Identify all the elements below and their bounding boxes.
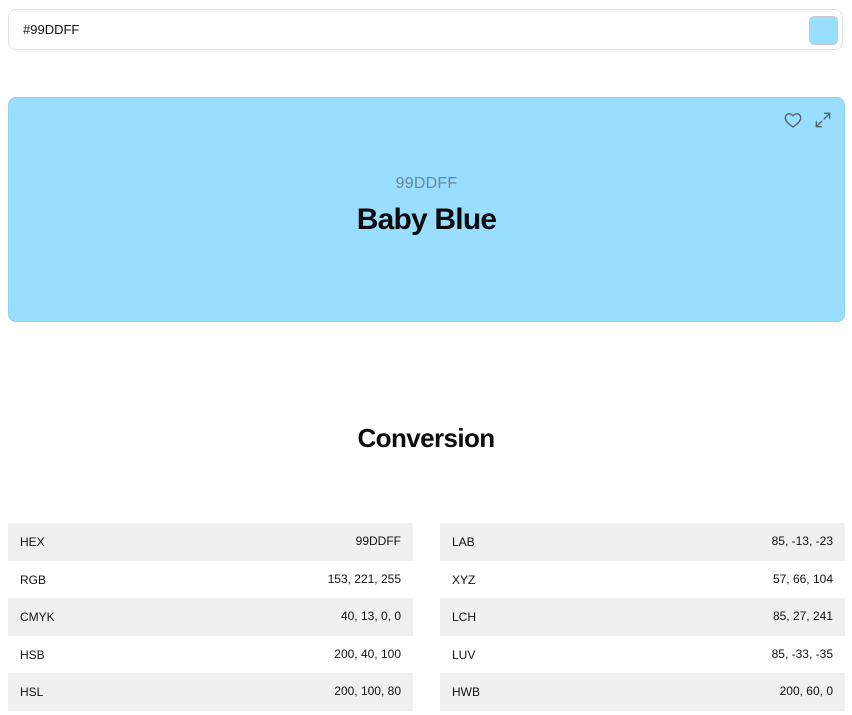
heart-icon[interactable] [783, 110, 803, 130]
conversion-label: LUV [452, 647, 476, 662]
conversion-label: LAB [452, 535, 475, 549]
color-input-bar [8, 9, 843, 50]
conversion-label: RGB [20, 572, 47, 587]
conversion-label: HWB [452, 685, 480, 699]
conversion-row-cmyk: CMYK 40, 13, 0, 0 [8, 598, 413, 636]
preview-hex-code: 99DDFF [395, 175, 458, 192]
conversion-value: 85, 27, 241 [772, 609, 833, 623]
conversion-label: HSL [20, 685, 44, 699]
conversion-value: 200, 100, 80 [334, 684, 401, 698]
conversion-table-left: HEX 99DDFF RGB 153, 221, 255 CMYK 40, 13… [8, 523, 413, 711]
conversion-row-hsl: HSL 200, 100, 80 [8, 673, 413, 711]
conversion-value: 85, -33, -35 [771, 646, 833, 661]
conversion-value: 40, 13, 0, 0 [340, 609, 401, 623]
conversion-row-rgb: RGB 153, 221, 255 [8, 561, 413, 599]
conversion-label: HEX [20, 535, 45, 549]
color-name-title: Baby Blue [356, 203, 497, 236]
conversion-label: CMYK [20, 610, 55, 624]
conversion-row-lch: LCH 85, 27, 241 [440, 598, 845, 636]
color-swatch-picker[interactable] [809, 16, 838, 45]
expand-icon[interactable] [813, 110, 833, 130]
conversion-label: XYZ [452, 572, 476, 587]
conversion-label: HSB [20, 647, 45, 662]
conversion-value: 153, 221, 255 [327, 571, 401, 586]
conversion-value: 200, 60, 0 [779, 684, 833, 698]
conversion-value: 57, 66, 104 [772, 571, 833, 586]
conversion-heading: Conversion [357, 423, 495, 453]
conversion-table-right: LAB 85, -13, -23 XYZ 57, 66, 104 LCH 85,… [440, 523, 845, 711]
conversion-label: LCH [452, 610, 477, 624]
color-preview-card: 99DDFF Baby Blue [8, 97, 845, 322]
conversion-row-luv: LUV 85, -33, -35 [440, 636, 845, 674]
conversion-value: 99DDFF [355, 534, 401, 548]
color-hex-input[interactable] [23, 10, 783, 49]
conversion-value: 85, -13, -23 [771, 534, 833, 548]
conversion-value: 200, 40, 100 [334, 646, 401, 661]
conversion-row-lab: LAB 85, -13, -23 [440, 523, 845, 561]
conversion-row-hwb: HWB 200, 60, 0 [440, 673, 845, 711]
conversion-row-hex: HEX 99DDFF [8, 523, 413, 561]
conversion-row-xyz: XYZ 57, 66, 104 [440, 561, 845, 599]
conversion-row-hsb: HSB 200, 40, 100 [8, 636, 413, 674]
